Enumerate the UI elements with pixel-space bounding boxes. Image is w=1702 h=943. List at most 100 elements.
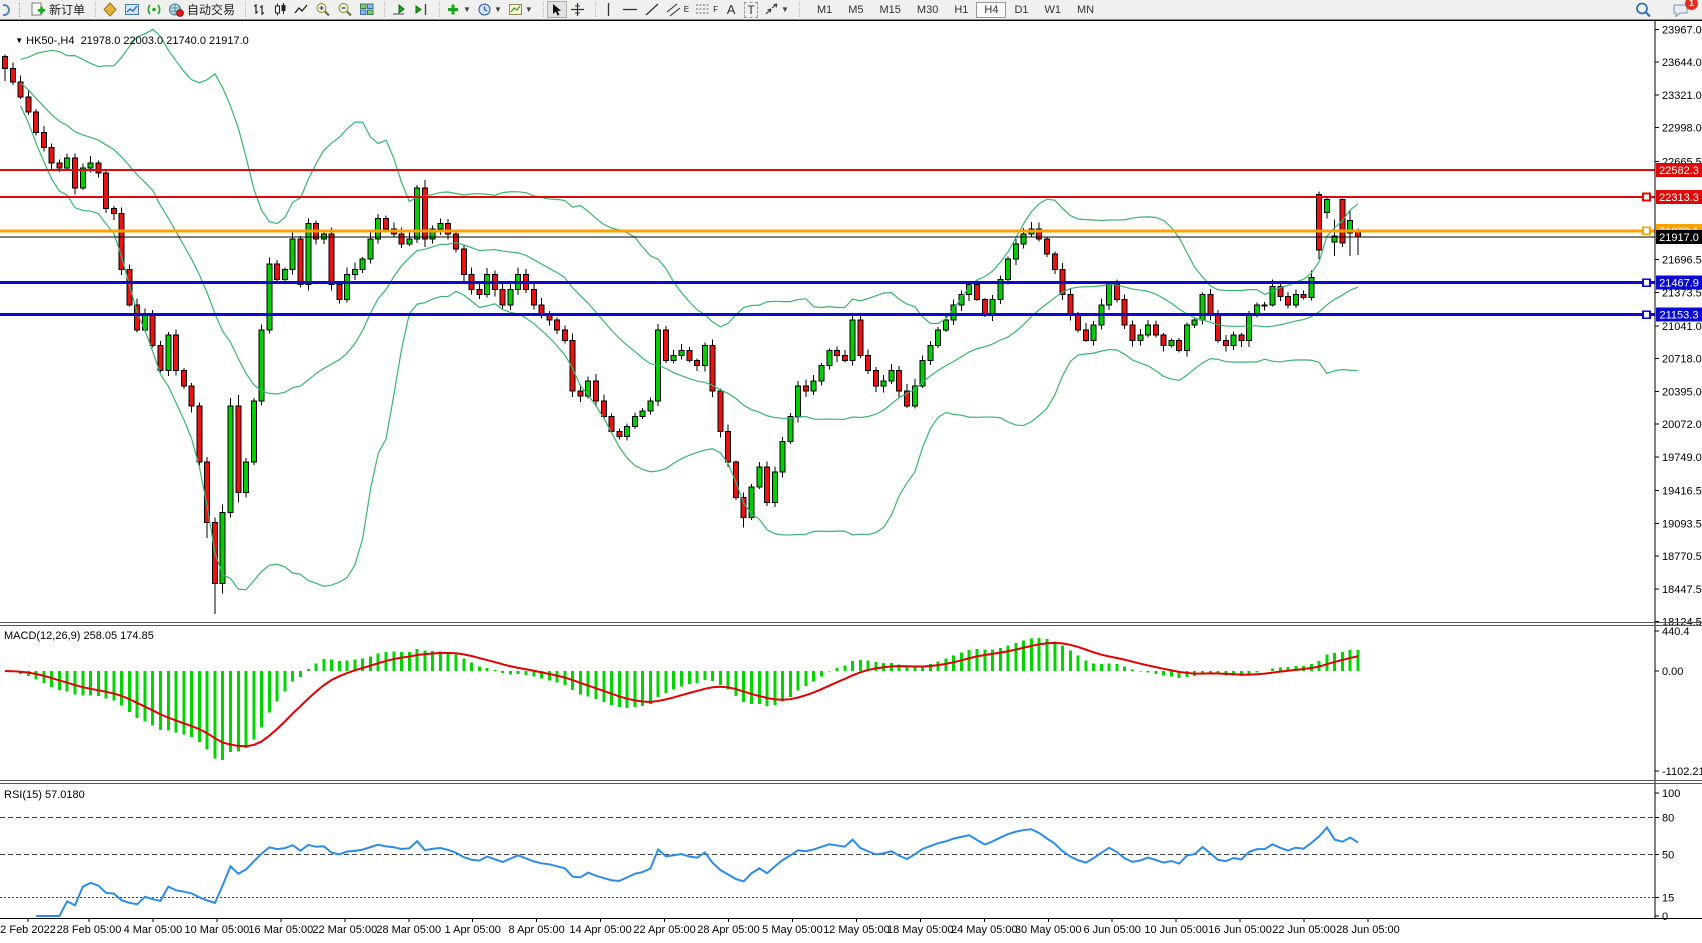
chart-shift-icon [413,2,429,17]
svg-text:18447.5: 18447.5 [1662,584,1702,596]
svg-text:18770.5: 18770.5 [1662,551,1702,563]
svg-text:23644.0: 23644.0 [1662,57,1702,69]
svg-text:21467.9: 21467.9 [1659,278,1699,290]
svg-text:0.00: 0.00 [1662,666,1683,678]
toolbar-separator [89,2,96,17]
svg-text:16 Mar 05:00: 16 Mar 05:00 [248,924,313,936]
clipped-left-button[interactable] [0,1,16,18]
chat-button[interactable]: 1 [1669,1,1692,18]
svg-text:24 May 05:00: 24 May 05:00 [951,924,1018,936]
svg-text:2 Feb 2022: 2 Feb 2022 [0,924,56,936]
chart-line-button[interactable] [291,1,312,18]
svg-text:80: 80 [1662,813,1674,825]
svg-text:22313.3: 22313.3 [1659,192,1699,204]
rsi-indicator-label: RSI(15) 57.0180 [4,789,85,801]
arrows-button[interactable]: ▼ [761,1,792,18]
timeframe-button-H4[interactable]: H4 [976,2,1006,18]
svg-text:19749.0: 19749.0 [1662,452,1702,464]
trendline-button[interactable] [641,1,663,18]
rsi-pane [0,818,1655,916]
clock-icon [477,2,492,17]
timeframe-button-D1[interactable]: D1 [1006,2,1036,18]
equidistant-channel-button[interactable]: E [663,1,692,18]
svg-text:19416.5: 19416.5 [1662,486,1702,498]
toolbar-separator [433,2,440,17]
gold-box-icon [102,2,118,17]
chart-bars-button[interactable] [249,1,270,18]
macd-indicator-label: MACD(12,26,9) 258.05 174.85 [4,630,154,642]
macd-pane [5,638,1358,760]
chart-header: ▼HK50-,H4 21978.0 22003.0 21740.0 21917.… [3,23,249,59]
vertical-line-button[interactable] [599,1,619,18]
svg-text:22 Jun 05:00: 22 Jun 05:00 [1272,924,1336,936]
svg-text:10 Mar 05:00: 10 Mar 05:00 [184,924,249,936]
trendline-icon [644,2,660,17]
chat-badge: 1 [1685,0,1698,10]
market-button[interactable] [99,1,121,18]
timeframe-button-W1[interactable]: W1 [1037,2,1070,18]
toolbar-separator [793,2,800,17]
chart-shift-button[interactable] [410,1,432,18]
toolbar-grip [19,3,24,17]
level-lines[interactable] [0,170,1655,318]
chevron-down-icon: ▼ [525,5,533,14]
svg-text:28 Mar 05:00: 28 Mar 05:00 [376,924,441,936]
timeframe-button-M1[interactable]: M1 [809,2,840,18]
signal-icon [146,2,162,17]
autoscroll-icon [391,2,407,17]
zoom-in-button[interactable] [312,1,334,18]
mt-terminal-window: 新订单 自动交易 [0,0,1702,943]
timeframe-button-M5[interactable]: M5 [840,2,871,18]
data-window-button[interactable] [121,1,143,18]
line-handle [1643,279,1650,286]
zoom-out-button[interactable] [334,1,356,18]
zoom-out-icon [337,2,353,17]
chart-candles-button[interactable] [270,1,291,18]
line-handle [1643,194,1650,201]
line-handle [1643,311,1650,318]
horizontal-line-button[interactable] [619,1,641,18]
toolbar-separator [378,2,385,17]
price-axis[interactable]: 23967.023644.023321.022998.022665.521696… [1655,20,1702,923]
autotrade-button[interactable]: 自动交易 [165,1,238,18]
toolbar-separator [589,2,596,17]
svg-text:-1102.21: -1102.21 [1662,766,1702,778]
symbol-dropdown-icon[interactable]: ▼ [15,36,23,45]
svg-text:22998.0: 22998.0 [1662,123,1702,135]
cursor-icon [550,3,563,17]
svg-text:28 Jun 05:00: 28 Jun 05:00 [1336,924,1400,936]
svg-text:100: 100 [1662,788,1680,800]
timeframe-button-MN[interactable]: MN [1069,2,1102,18]
svg-text:14 Apr 05:00: 14 Apr 05:00 [569,924,631,936]
text-button[interactable]: A [721,1,741,18]
search-button[interactable] [1632,1,1655,18]
label-t-glyph: T [744,2,757,18]
timeframe-button-M15[interactable]: M15 [872,2,909,18]
horizontal-line-icon [622,2,638,17]
fibonacci-button[interactable]: F [692,1,721,18]
candlestick-chart-icon [273,2,288,17]
new-order-button[interactable]: 新订单 [27,1,88,18]
time-axis[interactable]: 2 Feb 202228 Feb 05:004 Mar 05:0010 Mar … [0,918,1702,936]
tile-windows-button[interactable] [356,1,377,18]
signals-button[interactable] [143,1,165,18]
new-order-label: 新订单 [49,1,85,18]
cursor-button[interactable] [547,1,567,18]
chevron-down-icon: ▼ [463,5,471,14]
crosshair-button[interactable] [567,1,588,18]
zoom-in-icon [315,2,331,17]
autoscroll-button[interactable] [388,1,410,18]
svg-text:15: 15 [1662,893,1674,905]
indicators-button[interactable]: ▼ [443,1,474,18]
timeframe-button-M30[interactable]: M30 [909,2,946,18]
chart-area[interactable]: 23967.023644.023321.022998.022665.521696… [0,20,1702,943]
periods-button[interactable]: ▼ [474,1,505,18]
fib-f-glyph: F [713,5,718,14]
text-label-button[interactable]: T [741,1,761,18]
chevron-down-icon: ▼ [781,5,789,14]
timeframe-button-H1[interactable]: H1 [946,2,976,18]
svg-text:5 May 05:00: 5 May 05:00 [762,924,823,936]
text-a-glyph: A [727,2,736,17]
templates-button[interactable]: ▼ [505,1,536,18]
fibonacci-icon [695,2,713,17]
